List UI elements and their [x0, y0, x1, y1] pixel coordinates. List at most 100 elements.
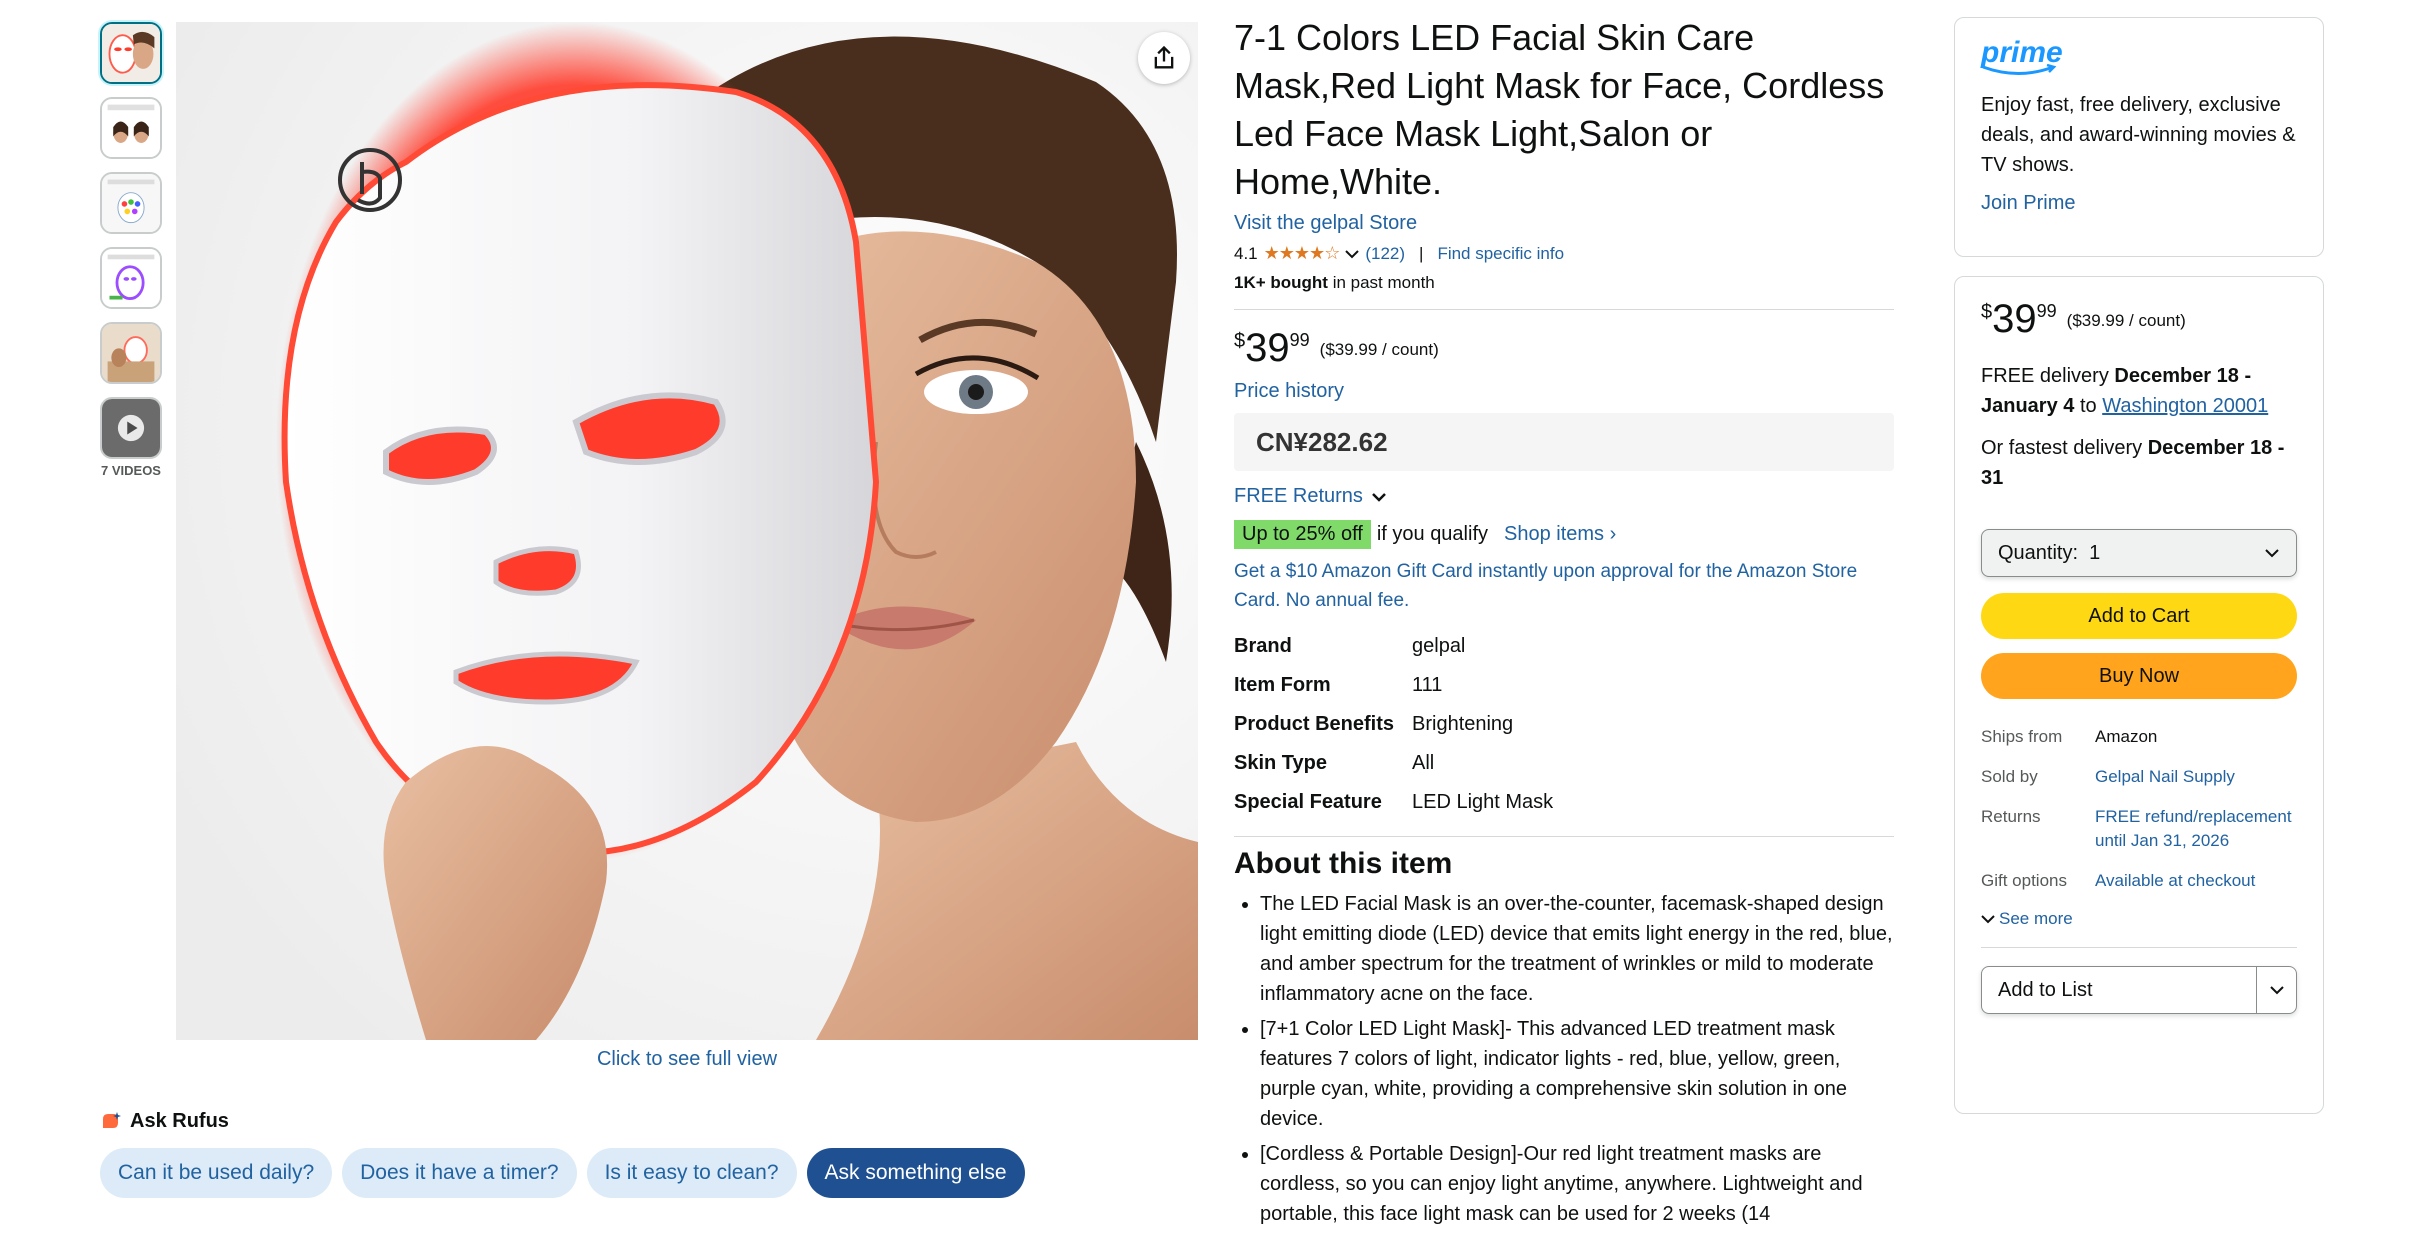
about-bullets: The LED Facial Mask is an over-the-count…	[1234, 889, 1894, 1229]
chevron-down-icon[interactable]	[1345, 249, 1360, 259]
info-row: Sold by Gelpal Nail Supply	[1981, 765, 2297, 789]
spec-value: gelpal	[1412, 635, 1466, 657]
quantity-label: Quantity:	[1998, 541, 2079, 564]
shop-items-link[interactable]: Shop items ›	[1504, 523, 1616, 546]
spec-row: Brand gelpal	[1234, 627, 1894, 666]
add-to-list-label[interactable]: Add to List	[1982, 967, 2256, 1013]
spec-key: Skin Type	[1234, 752, 1327, 774]
rufus-chip-clean[interactable]: Is it easy to clean?	[586, 1148, 797, 1198]
price: $ 39 99 ($39.99 / count)	[1234, 326, 1894, 370]
price-fraction: 99	[2036, 301, 2057, 321]
video-thumbnail[interactable]	[100, 397, 162, 459]
product-title: 7-1 Colors LED Facial Skin Care Mask,Red…	[1234, 17, 1885, 202]
prime-logo: prime	[1981, 38, 2297, 76]
about-bullet: [Cordless & Portable Design]-Our red lig…	[1260, 1139, 1894, 1229]
spec-row: Product Benefits Brightening	[1234, 705, 1894, 744]
divider	[1981, 947, 2297, 948]
promo-text: if you qualify	[1376, 523, 1488, 545]
chevron-down-icon	[1981, 915, 1995, 924]
thumbnail-4[interactable]	[100, 247, 162, 309]
spec-row: Skin Type All	[1234, 744, 1894, 783]
about-bullet: [7+1 Color LED Light Mask]- This advance…	[1260, 1014, 1894, 1134]
price-history-link[interactable]: Price history	[1234, 380, 1894, 403]
bought-bold: 1K+ bought	[1234, 273, 1328, 292]
delivery-location-link[interactable]: Washington 20001	[2102, 395, 2268, 417]
store-link[interactable]: Visit the gelpal Store	[1234, 212, 1894, 235]
rating-value: 4.1	[1234, 243, 1258, 263]
rufus-icon	[103, 1111, 121, 1128]
fastest-prefix: Or fastest delivery	[1981, 437, 2148, 459]
spec-value: LED Light Mask	[1412, 791, 1554, 813]
seller-info: Ships from Amazon Sold by Gelpal Nail Supp…	[1981, 725, 2297, 893]
chevron-down-icon	[2265, 549, 2279, 558]
promo-row: Up to 25% off if you qualify Shop items …	[1234, 520, 1894, 549]
delivery-info: FREE delivery December 18 - January 4 to…	[1981, 361, 2297, 421]
share-icon	[1154, 45, 1174, 69]
price-per-unit: ($39.99 / count)	[2066, 311, 2186, 330]
thumbnail-3[interactable]	[100, 172, 162, 234]
buy-now-button[interactable]: Buy Now	[1981, 653, 2297, 699]
promo-badge: Up to 25% off	[1234, 520, 1371, 549]
chevron-down-icon	[2269, 986, 2284, 995]
add-to-list-button[interactable]: Add to List	[1981, 966, 2297, 1014]
spec-value: 111	[1412, 674, 1443, 696]
spec-key: Item Form	[1234, 674, 1331, 696]
thumbnail-2[interactable]	[100, 97, 162, 159]
main-product-image[interactable]	[176, 22, 1198, 1040]
rating-row: 4.1 ★★★★☆ (122) | Find specific info	[1234, 243, 1894, 264]
info-key: Sold by	[1981, 767, 2038, 786]
rufus-header: Ask Rufus	[100, 1110, 229, 1133]
info-row: Gift options Available at checkout	[1981, 869, 2297, 893]
price-whole: 39	[1992, 297, 2037, 341]
thumbnail-strip: 7 VIDEOS	[100, 22, 164, 478]
prime-text: Enjoy fast, free delivery, exclusive dea…	[1981, 94, 2296, 176]
info-key: Returns	[1981, 807, 2041, 826]
delivery-prefix: FREE delivery	[1981, 365, 2115, 387]
videos-label[interactable]: 7 VIDEOS	[97, 463, 165, 478]
add-to-list-dropdown[interactable]	[2256, 967, 2296, 1013]
seller-link[interactable]: Gelpal Nail Supply	[2095, 765, 2297, 789]
star-rating-icon[interactable]: ★★★★☆	[1264, 243, 1341, 264]
thumbnail-5[interactable]	[100, 322, 162, 384]
rufus-chip-ask-else[interactable]: Ask something else	[806, 1148, 1025, 1198]
bought-count: 1K+ bought in past month	[1234, 273, 1894, 293]
quantity-value: 1	[2089, 541, 2101, 564]
prime-box: prime Enjoy fast, free delivery, exclusi…	[1954, 17, 2324, 257]
rufus-chip-daily[interactable]: Can it be used daily?	[100, 1148, 333, 1198]
divider	[1234, 836, 1894, 837]
full-view-link[interactable]: Click to see full view	[176, 1048, 1198, 1071]
price-symbol: $	[1234, 330, 1246, 352]
rufus-chip-timer[interactable]: Does it have a timer?	[342, 1148, 577, 1198]
gift-card-offer[interactable]: Get a $10 Amazon Gift Card instantly upo…	[1234, 557, 1894, 615]
see-more-link[interactable]: See more	[1981, 909, 2297, 929]
spec-row: Item Form 111	[1234, 666, 1894, 705]
divider	[1234, 309, 1894, 310]
info-row: Ships from Amazon	[1981, 725, 2297, 749]
join-prime-link[interactable]: Join Prime	[1981, 192, 2297, 215]
quantity-text: Quantity: 1	[1998, 542, 2100, 565]
info-key: Ships from	[1981, 727, 2063, 746]
free-returns-link[interactable]: FREE Returns	[1234, 485, 1894, 508]
about-title: About this item	[1234, 847, 1453, 880]
spec-row: Special Feature LED Light Mask	[1234, 783, 1894, 822]
quantity-select[interactable]: Quantity: 1	[1981, 529, 2297, 577]
thumbnail-1[interactable]	[100, 22, 162, 84]
review-count-link[interactable]: (122)	[1365, 244, 1405, 264]
gift-options-link[interactable]: Available at checkout	[2095, 869, 2297, 893]
chevron-down-icon	[1372, 492, 1386, 502]
bought-rest: in past month	[1327, 273, 1435, 292]
returns-policy-link[interactable]: FREE refund/replacement until Jan 31, 20…	[2095, 805, 2297, 853]
rufus-chips: Can it be used daily? Does it have a tim…	[100, 1148, 1025, 1198]
find-info-link[interactable]: Find specific info	[1437, 244, 1564, 264]
spec-key: Brand	[1234, 635, 1292, 657]
price-symbol: $	[1981, 301, 1993, 323]
add-to-cart-button[interactable]: Add to Cart	[1981, 593, 2297, 639]
fastest-delivery: Or fastest delivery December 18 - 31	[1981, 433, 2297, 493]
price-whole: 39	[1245, 326, 1290, 370]
spec-value: All	[1412, 752, 1435, 774]
price-fraction: 99	[1289, 330, 1310, 350]
free-returns-label: FREE Returns	[1234, 485, 1363, 507]
info-key: Gift options	[1981, 871, 2067, 890]
share-button[interactable]	[1138, 32, 1190, 84]
spec-key: Special Feature	[1234, 791, 1382, 813]
